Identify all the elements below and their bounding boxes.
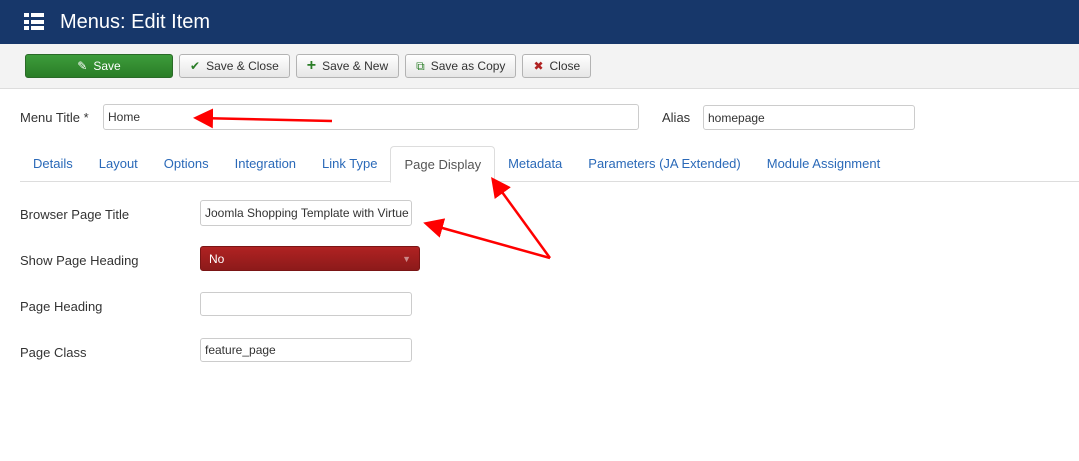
annotation-arrows	[193, 108, 552, 260]
arrow-to-page-display-tab	[491, 176, 552, 259]
arrow-to-menu-title	[193, 108, 333, 129]
arrow-to-browser-title	[423, 218, 551, 260]
